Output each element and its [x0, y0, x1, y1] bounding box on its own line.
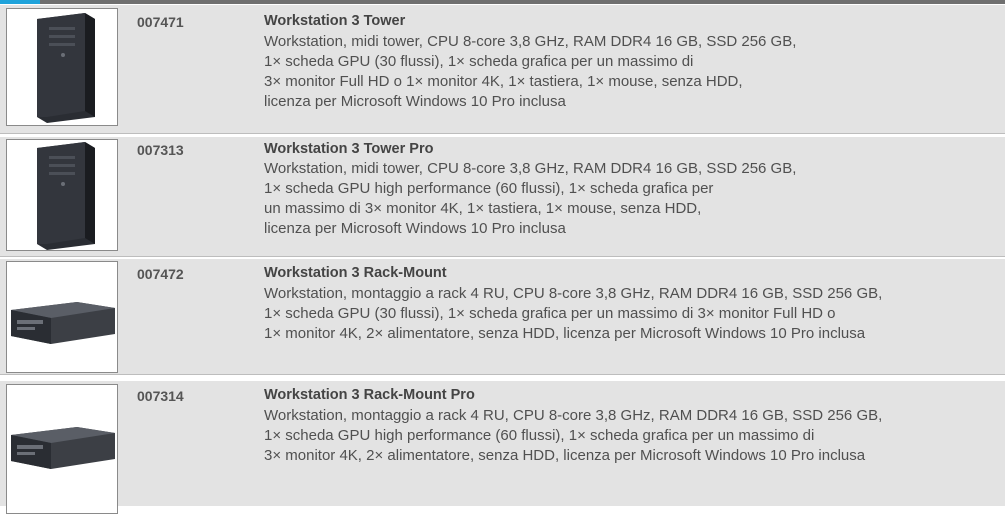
product-code: 007471 [137, 14, 184, 30]
product-code: 007313 [137, 142, 184, 158]
product-row: 007472 Workstation 3 Rack-Mount Workstat… [0, 259, 1005, 374]
row-divider [0, 374, 1005, 375]
description-line: 1× monitor 4K, 2× alimentatore, senza HD… [264, 325, 866, 342]
rack-workstation-icon [6, 384, 118, 514]
description-line: 1× scheda GPU (30 flussi), 1× scheda gra… [264, 305, 836, 322]
description-line: 3× monitor 4K, 2× alimentatore, senza HD… [264, 447, 866, 464]
product-code: 007472 [137, 266, 184, 282]
product-title: Workstation 3 Tower Pro [264, 141, 434, 157]
description-line: licenza per Microsoft Windows 10 Pro inc… [264, 220, 566, 237]
product-title: Workstation 3 Tower [264, 13, 406, 29]
product-title: Workstation 3 Rack-Mount Pro [264, 387, 475, 403]
description-line: 1× scheda GPU high performance (60 fluss… [264, 427, 815, 444]
tower-workstation-icon [6, 139, 118, 251]
product-title: Workstation 3 Rack-Mount [264, 265, 447, 281]
row-divider [0, 256, 1005, 257]
description-line: 3× monitor Full HD o 1× monitor 4K, 1× t… [264, 73, 743, 90]
product-row: 007313 Workstation 3 Tower Pro Workstati… [0, 137, 1005, 256]
description-line: Workstation, midi tower, CPU 8-core 3,8 … [264, 160, 797, 177]
description-line: 1× scheda GPU (30 flussi), 1× scheda gra… [264, 53, 694, 70]
top-bar-accent [0, 0, 40, 4]
rack-workstation-icon [6, 261, 118, 373]
product-description: Workstation, midi tower, CPU 8-core 3,8 … [264, 32, 796, 112]
description-line: 1× scheda GPU high performance (60 fluss… [264, 180, 714, 197]
product-row: 007471 Workstation 3 Tower Workstation, … [0, 5, 1005, 133]
description-line: un massimo di 3× monitor 4K, 1× tastiera… [264, 200, 702, 217]
product-description: Workstation, midi tower, CPU 8-core 3,8 … [264, 159, 796, 239]
description-line: Workstation, midi tower, CPU 8-core 3,8 … [264, 33, 797, 50]
product-description: Workstation, montaggio a rack 4 RU, CPU … [264, 406, 882, 466]
description-line: Workstation, montaggio a rack 4 RU, CPU … [264, 285, 883, 302]
product-row: 007314 Workstation 3 Rack-Mount Pro Work… [0, 381, 1005, 514]
description-line: Workstation, montaggio a rack 4 RU, CPU … [264, 407, 883, 424]
top-bar [0, 0, 1005, 4]
product-code: 007314 [137, 388, 184, 404]
tower-workstation-icon [6, 8, 118, 126]
product-description: Workstation, montaggio a rack 4 RU, CPU … [264, 284, 882, 344]
description-line: licenza per Microsoft Windows 10 Pro inc… [264, 93, 566, 110]
